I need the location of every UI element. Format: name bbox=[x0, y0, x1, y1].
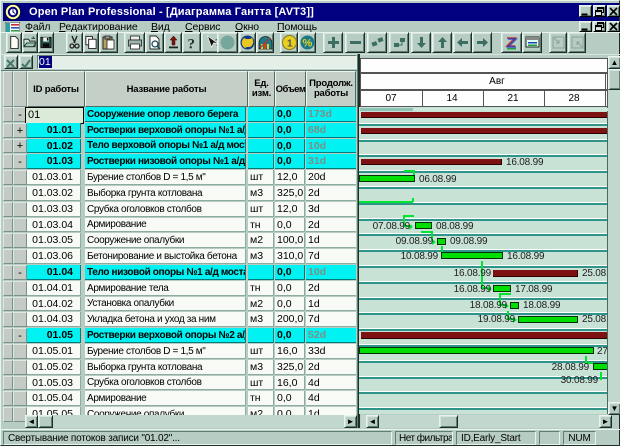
svg-text:1: 1 bbox=[287, 39, 293, 50]
svg-text:%: % bbox=[302, 38, 312, 50]
svg-text:?: ? bbox=[188, 37, 196, 51]
